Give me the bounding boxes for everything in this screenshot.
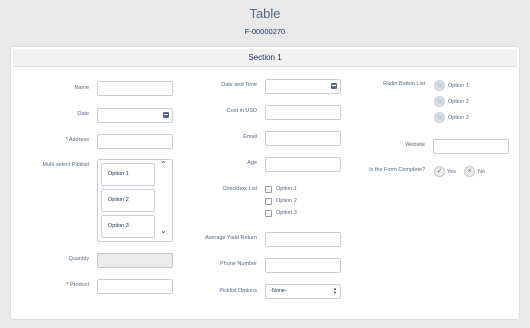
multiselect-option[interactable]: Option 1 bbox=[101, 163, 155, 186]
checkbox-option-label: Option 2 bbox=[276, 198, 297, 204]
close-icon[interactable]: × bbox=[464, 166, 475, 177]
quantity-label: Quantity bbox=[68, 256, 89, 262]
picklist-select[interactable]: -None- ▲ ▼ bbox=[265, 284, 341, 299]
calendar-icon[interactable] bbox=[331, 83, 337, 89]
quantity-input bbox=[97, 253, 173, 268]
name-input[interactable] bbox=[97, 81, 173, 96]
product-label: * Product bbox=[11, 282, 89, 288]
address-label: * Address bbox=[11, 137, 89, 143]
check-icon[interactable]: ✓ bbox=[434, 166, 445, 177]
address-input[interactable] bbox=[97, 134, 173, 149]
required-marker: * bbox=[66, 282, 69, 288]
date-label: Date bbox=[77, 111, 89, 117]
address-label-text: Address bbox=[68, 137, 89, 143]
form-card: Section 1 Name Date * Address Multi-sele… bbox=[10, 46, 520, 320]
multiselect-label: Multi-select Picklist bbox=[42, 162, 89, 168]
radio-list-label: Radio Button List bbox=[383, 81, 425, 87]
cost-input[interactable] bbox=[265, 105, 341, 120]
yield-label: Average Yield Return bbox=[205, 235, 257, 241]
age-label: Age bbox=[247, 160, 257, 166]
email-label: Email bbox=[243, 134, 257, 140]
email-input[interactable] bbox=[265, 131, 341, 146]
checkbox-list-label: Checkbox List bbox=[222, 186, 257, 192]
chevron-updown-icon: ▲ ▼ bbox=[333, 286, 337, 295]
form-complete-label: Is the Form Complete? bbox=[369, 167, 425, 173]
multiselect-option[interactable]: Option 2 bbox=[101, 189, 155, 212]
date-input[interactable] bbox=[97, 108, 173, 123]
datetime-input[interactable] bbox=[265, 79, 341, 94]
radio-option-label: Option 3 bbox=[448, 115, 469, 121]
section-header[interactable]: Section 1 bbox=[13, 49, 517, 67]
picklist-value: -None- bbox=[270, 288, 287, 294]
checkbox-option-label: Option 3 bbox=[276, 210, 297, 216]
radio-button[interactable] bbox=[434, 80, 445, 91]
page-title: Table bbox=[249, 6, 281, 21]
website-input[interactable] bbox=[433, 139, 509, 154]
product-label-text: Product bbox=[70, 282, 89, 288]
radio-button[interactable] bbox=[434, 96, 445, 107]
required-marker: * bbox=[65, 137, 68, 143]
cost-label: Cost in USD bbox=[226, 108, 257, 114]
phone-label: Phone Number bbox=[220, 261, 257, 267]
product-input[interactable] bbox=[97, 279, 173, 294]
website-label: Website bbox=[405, 142, 425, 148]
record-id: F-00000270 bbox=[244, 27, 286, 36]
checkbox[interactable] bbox=[265, 210, 272, 217]
multiselect-option[interactable]: Option 3 bbox=[101, 215, 155, 238]
calendar-icon[interactable] bbox=[163, 112, 169, 118]
phone-input[interactable] bbox=[265, 258, 341, 273]
chevron-up-icon[interactable]: ⌃ bbox=[160, 160, 167, 169]
radio-option-label: Option 1 bbox=[448, 83, 469, 89]
yes-label: Yes bbox=[447, 169, 456, 175]
datetime-label: Date and Time bbox=[221, 82, 257, 88]
checkbox[interactable] bbox=[265, 186, 272, 193]
radio-button[interactable] bbox=[434, 112, 445, 123]
picklist-label: Picklist Options bbox=[219, 288, 257, 294]
radio-option-label: Option 2 bbox=[448, 99, 469, 105]
chevron-down-icon[interactable]: ⌄ bbox=[160, 226, 167, 235]
yield-input[interactable] bbox=[265, 232, 341, 247]
checkbox[interactable] bbox=[265, 198, 272, 205]
multiselect-listbox[interactable]: Option 1 Option 2 Option 3 ⌃ ⌄ bbox=[97, 159, 173, 242]
no-label: No bbox=[478, 169, 486, 175]
name-label: Name bbox=[74, 85, 89, 91]
checkbox-option-label: Option 1 bbox=[276, 186, 297, 192]
age-input[interactable] bbox=[265, 157, 341, 172]
